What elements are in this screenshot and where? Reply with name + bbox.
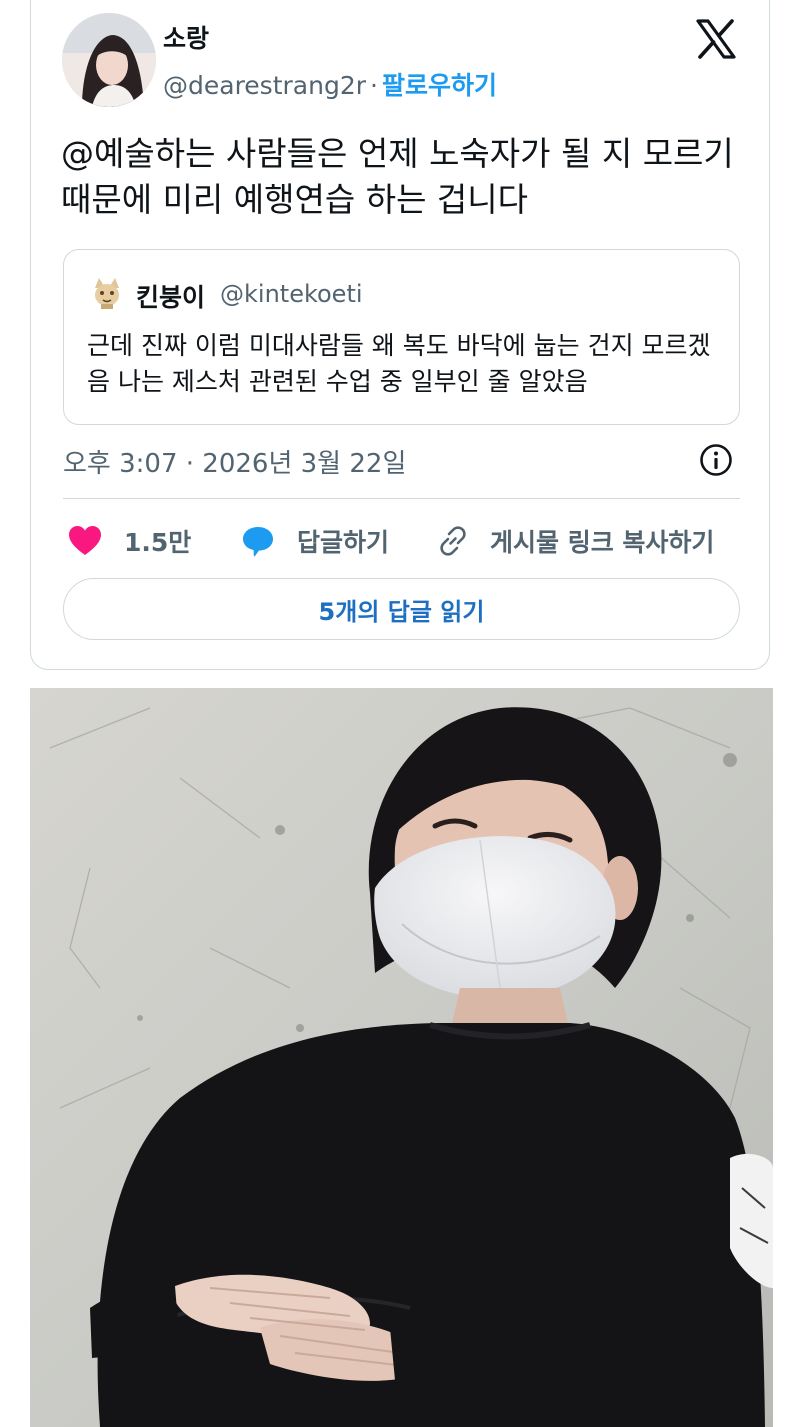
copy-link-button[interactable]: 게시물 링크 복사하기 [436,521,714,561]
like-button[interactable]: 1.5만 [68,521,191,561]
author-avatar[interactable] [62,13,156,107]
reply-button[interactable]: 답글하기 [241,521,389,561]
quote-author-handle: @kintekoeti [220,280,363,308]
x-logo-icon[interactable] [694,17,738,61]
copy-link-label: 게시물 링크 복사하기 [490,528,715,557]
reply-bubble-icon [243,527,273,557]
quote-text: 근데 진짜 이럼 미대사람들 왜 복도 바닥에 눕는 건지 모르겠음 나는 제스… [87,331,711,396]
author-handle-row: @dearestrang2r · 팔로우하기 [163,66,497,102]
author-handle[interactable]: @dearestrang2r [163,71,366,100]
link-icon [440,526,466,556]
handle-separator: · [370,71,378,100]
like-count: 1.5만 [124,528,192,557]
reply-label: 답글하기 [297,528,390,557]
tweet-card: 소랑 @dearestrang2r · 팔로우하기 @예술하는 사람들은 언제 노숙… [30,0,770,670]
attached-photo [30,688,773,1427]
tweet-timestamp[interactable]: 오후 3:07 · 2026년 3월 22일 [63,443,406,480]
tweet-text: @예술하는 사람들은 언제 노숙자가 될 지 모르기 때문에 미리 예행연습 하… [61,134,734,219]
follow-link[interactable]: 팔로우하기 [382,71,497,100]
author-display-name[interactable]: 소랑 [163,19,209,55]
heart-icon [69,526,101,555]
avatar-image [62,13,156,107]
read-replies-button[interactable]: 5개의 답글 읽기 [63,578,740,640]
quote-author-avatar [89,274,125,310]
photo-image [30,688,773,1427]
quote-tweet[interactable]: 킨붕이 @kintekoeti 근데 진짜 이럼 미대사람들 왜 복도 바닥에 … [63,249,740,425]
divider [63,498,740,499]
quote-author-name: 킨붕이 [136,283,206,312]
info-icon[interactable] [699,443,733,477]
